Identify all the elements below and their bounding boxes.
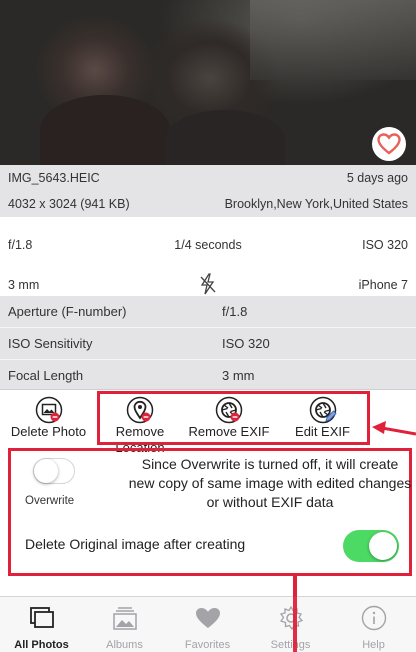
annotation-arrow-icon <box>372 421 416 436</box>
tab-settings[interactable]: Settings <box>249 603 332 651</box>
exif-row: ISO Sensitivity ISO 320 <box>0 328 416 360</box>
exif-value: ISO 320 <box>222 336 270 351</box>
annotation-connector-line-bottom <box>293 596 297 652</box>
filename: IMG_5643.HEIC <box>8 171 100 185</box>
exif-value: f/1.8 <box>222 304 248 319</box>
tab-label: Settings <box>270 639 311 651</box>
photo-preview[interactable] <box>0 0 416 165</box>
exif-key: ISO Sensitivity <box>8 336 93 351</box>
overwrite-message: Since Overwrite is turned off, it will c… <box>128 456 412 510</box>
flash-off-icon <box>158 272 258 298</box>
camera-model: iPhone 7 <box>358 278 408 292</box>
exif-key: Aperture (F-number) <box>8 304 127 319</box>
photo-person-left <box>40 95 170 165</box>
heart-icon <box>193 603 223 633</box>
delete-original-toggle-knob <box>369 532 397 560</box>
tab-label: All Photos <box>14 639 69 651</box>
delete-original-label: Delete Original image after creating <box>25 536 246 552</box>
camera-summary: f/1.8 1/4 seconds ISO 320 3 mm iPhone 7 <box>0 225 416 305</box>
overwrite-label: Overwrite <box>25 495 75 507</box>
tab-label: Help <box>362 639 385 651</box>
photo-person-right <box>165 110 285 165</box>
tab-help[interactable]: Help <box>332 603 415 651</box>
albums-icon <box>110 603 140 633</box>
exif-key: Focal Length <box>8 368 84 383</box>
iso-value: ISO 320 <box>362 238 408 252</box>
overwrite-toggle-knob <box>34 459 58 483</box>
annotation-highlight-actions <box>97 391 370 445</box>
exif-value: 3 mm <box>222 368 255 383</box>
delete-original-toggle[interactable] <box>343 530 399 562</box>
annotation-connector-line-lower <box>293 576 297 596</box>
delete-photo-label: Delete Photo <box>10 424 87 439</box>
tab-label: Albums <box>106 639 143 651</box>
photo-location: Brooklyn,New York,United States <box>224 197 408 211</box>
tab-favorites[interactable]: Favorites <box>166 603 249 651</box>
gear-icon <box>276 603 306 633</box>
overwrite-toggle[interactable] <box>33 458 75 484</box>
delete-photo-icon <box>35 396 63 424</box>
photo-age: 5 days ago <box>346 171 408 185</box>
all-photos-icon <box>27 603 57 633</box>
focal-value: 3 mm <box>8 278 40 292</box>
tab-all-photos[interactable]: All Photos <box>0 603 83 651</box>
photo-background <box>250 0 416 80</box>
favorite-button[interactable] <box>372 127 406 161</box>
tab-albums[interactable]: Albums <box>83 603 166 651</box>
tab-bar: All Photos Albums Favorites Settings Hel… <box>0 596 416 652</box>
exif-list[interactable]: Aperture (F-number) f/1.8 ISO Sensitivit… <box>0 296 416 392</box>
photo-meta: IMG_5643.HEIC 5 days ago 4032 x 3024 (94… <box>0 165 416 217</box>
aperture-value: f/1.8 <box>8 238 33 252</box>
delete-photo-button[interactable]: Delete Photo <box>0 390 97 445</box>
tab-label: Favorites <box>184 639 231 651</box>
exif-row: Focal Length 3 mm <box>0 360 416 392</box>
heart-icon <box>377 133 401 155</box>
info-icon <box>359 603 389 633</box>
exif-row: Aperture (F-number) f/1.8 <box>0 296 416 328</box>
photo-dimensions: 4032 x 3024 (941 KB) <box>8 197 130 211</box>
shutter-value: 1/4 seconds <box>174 238 242 252</box>
